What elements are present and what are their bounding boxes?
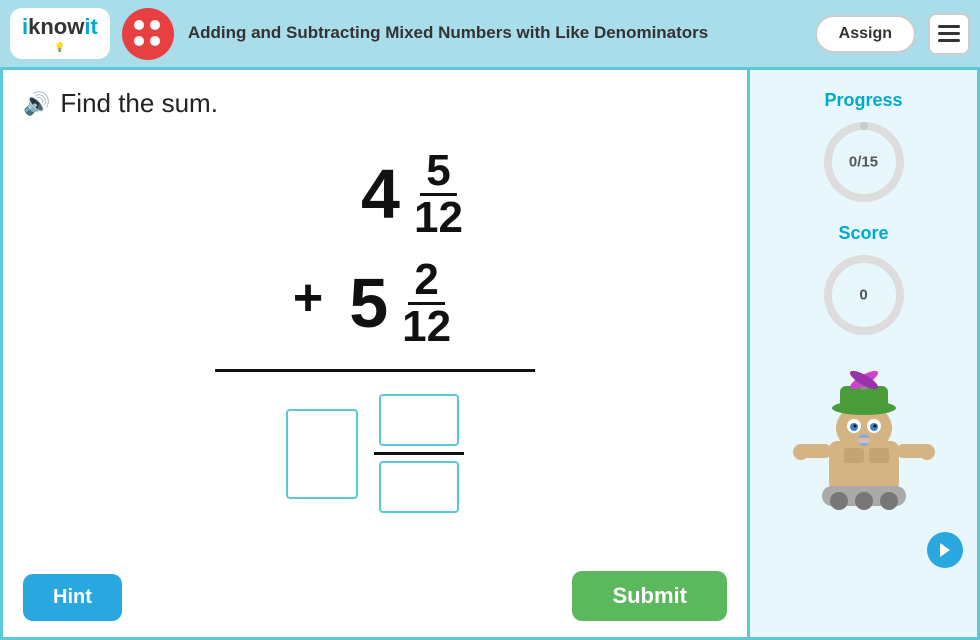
hamburger-line [938, 32, 960, 35]
second-number-row: + 5 2 12 [23, 258, 727, 349]
answer-fraction [374, 394, 464, 513]
menu-button[interactable] [928, 13, 970, 55]
dice-icon [134, 20, 162, 48]
activity-title: Adding and Subtracting Mixed Numbers wit… [188, 22, 815, 44]
header: iknowit 💡 Adding and Subtracting Mixed N… [0, 0, 980, 70]
score-value: 0 [859, 287, 867, 304]
answer-whole-input[interactable] [286, 409, 358, 499]
assign-button[interactable]: Assign [815, 15, 916, 53]
logo: iknowit 💡 [10, 8, 110, 59]
second-fraction: 2 12 [396, 258, 457, 349]
score-label: Score [838, 223, 888, 244]
question-prompt: Find the sum. [60, 88, 218, 119]
left-panel: 🔊 Find the sum. 4 5 12 + 5 [0, 70, 750, 640]
second-numerator: 2 [408, 258, 444, 305]
right-panel: Progress 0/15 Score 0 [750, 70, 980, 640]
speaker-icon[interactable]: 🔊 [23, 91, 50, 117]
math-area: 4 5 12 + 5 2 12 [23, 139, 727, 561]
first-mixed-number: 4 5 12 [361, 149, 469, 240]
dot [150, 20, 160, 30]
first-denominator: 12 [408, 196, 469, 240]
activity-icon [122, 8, 174, 60]
score-chart: 0 [819, 250, 909, 340]
answer-row [286, 394, 464, 513]
hamburger-line [938, 39, 960, 42]
operator: + [293, 268, 323, 328]
answer-numerator-input[interactable] [379, 394, 459, 446]
logo-it: it [84, 14, 97, 39]
first-number-row: 4 5 12 [23, 149, 727, 240]
logo-sub: 💡 [54, 42, 65, 53]
dot [134, 20, 144, 30]
first-fraction: 5 12 [408, 149, 469, 240]
bottom-bar: Hint Submit [23, 571, 727, 621]
arrow-right-icon [935, 540, 955, 560]
progress-chart: 0/15 [819, 117, 909, 207]
second-denominator: 12 [396, 305, 457, 349]
progress-label: Progress [824, 90, 902, 111]
hint-button[interactable]: Hint [23, 574, 122, 621]
first-numerator: 5 [420, 149, 456, 196]
question-label: 🔊 Find the sum. [23, 88, 727, 119]
progress-value: 0/15 [849, 154, 878, 171]
dot [150, 36, 160, 46]
answer-fraction-line [374, 452, 464, 455]
robot-illustration [784, 356, 944, 516]
logo-know: know [28, 14, 84, 39]
progress-block: Progress 0/15 [819, 90, 909, 207]
score-block: Score 0 [819, 223, 909, 340]
main-content: 🔊 Find the sum. 4 5 12 + 5 [0, 70, 980, 640]
math-divider [215, 369, 535, 372]
submit-button[interactable]: Submit [572, 571, 727, 621]
second-whole: 5 [349, 268, 388, 338]
first-whole: 4 [361, 159, 400, 229]
hamburger-line [938, 25, 960, 28]
dot [134, 36, 144, 46]
nav-arrow-button[interactable] [927, 532, 963, 568]
answer-denominator-input[interactable] [379, 461, 459, 513]
second-mixed-number: + 5 2 12 [293, 258, 457, 349]
